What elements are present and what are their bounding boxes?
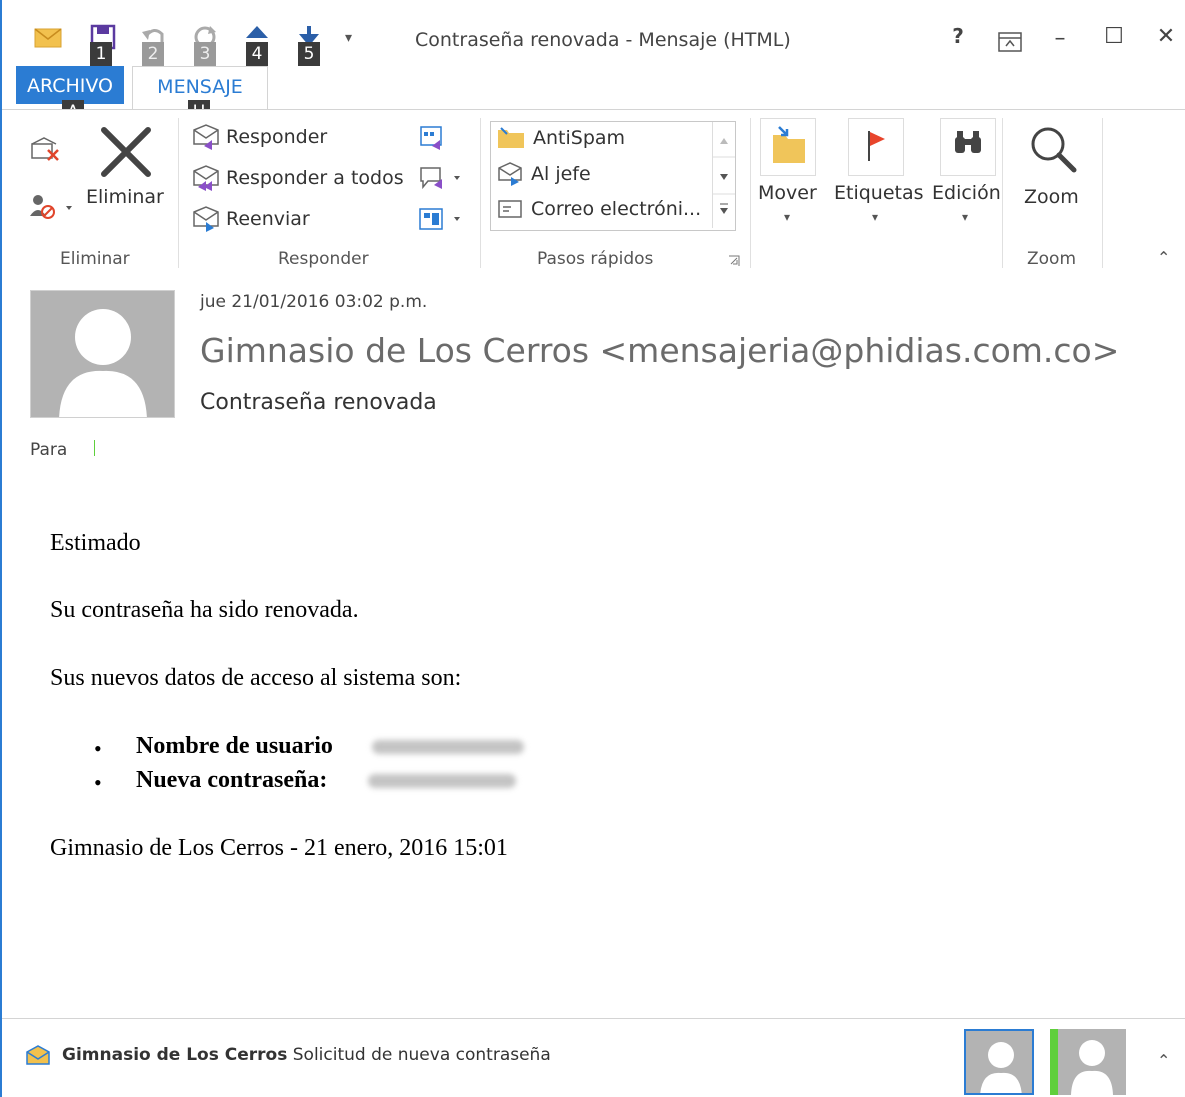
to-label: Para [30,440,68,460]
email-icon [498,200,522,218]
dialog-launcher-icon[interactable] [728,255,740,267]
forward-label: Reenviar [226,208,310,230]
keytip-5: 5 [298,42,320,66]
more-respond-icon[interactable] [418,206,464,232]
message-date: jue 21/01/2016 03:02 p.m. [200,292,428,312]
im-reply-icon[interactable] [418,165,464,191]
people-pane-avatar[interactable] [1058,1029,1126,1095]
body-signature: Gimnasio de Los Cerros - 21 enero, 2016 … [50,835,508,861]
tab-archivo[interactable]: ARCHIVO [16,66,124,104]
quick-step-al-jefe[interactable]: Al jefe [497,162,591,186]
move-folder-icon [773,126,805,163]
minimize-button[interactable]: – [1044,26,1076,51]
scroll-arrows-icon [713,138,735,214]
people-pane: Gimnasio de Los Cerros Solicitud de nuev… [2,1018,1185,1097]
presence-status-bar [1050,1029,1058,1095]
ribbon: Eliminar Eliminar Responder Responder a … [2,109,1185,276]
quick-step-label: Al jefe [531,163,591,185]
envelope-icon [34,28,62,48]
people-pane-summary[interactable]: Gimnasio de Los Cerros Solicitud de nuev… [62,1045,551,1065]
customize-qat-button[interactable]: ▾ [345,30,352,46]
meeting-reply-icon[interactable] [418,124,446,150]
quick-step-label: AntiSpam [533,127,626,149]
ignore-icon[interactable] [28,134,62,164]
reply-all-icon [193,165,219,191]
quick-steps-gallery: AntiSpam Al jefe Correo electróni... [490,121,736,231]
editing-button[interactable] [940,118,996,176]
zoom-button[interactable]: Zoom [1024,186,1079,208]
sender-avatar [30,290,175,418]
quick-step-label: Correo electróni... [531,198,702,220]
people-pane-subject: Solicitud de nueva contraseña [292,1045,551,1065]
help-button[interactable]: ? [942,24,974,48]
expand-people-pane-icon[interactable]: ⌃ [1157,1051,1170,1070]
editing-label: Edición [932,182,1001,204]
group-separator [178,118,179,268]
junk-icon[interactable] [28,192,76,222]
quick-step-antispam[interactable]: AntiSpam [497,126,625,150]
group-label-responder: Responder [278,249,369,269]
people-pane-avatar-selected[interactable] [964,1029,1034,1095]
message-sender[interactable]: Gimnasio de Los Cerros <mensajeria@phidi… [200,331,1119,370]
group-separator [750,118,751,268]
group-label-pasos-rapidos: Pasos rápidos [537,249,654,269]
collapse-ribbon-icon[interactable]: ⌃ [1157,248,1170,267]
editing-dropdown-icon[interactable]: ▾ [962,210,968,224]
outlook-message-window: 1 2 3 4 5 ▾ Contraseña renovada - Mensaj… [0,0,1185,1097]
username-label: Nombre de usuario [136,733,333,759]
reply-label: Responder [226,126,328,148]
close-button[interactable]: ✕ [1150,24,1182,49]
bullet-dot: • [94,736,102,761]
person-placeholder-icon [980,1042,1022,1093]
reply-all-label: Responder a todos [226,167,404,189]
tags-dropdown-icon[interactable]: ▾ [872,210,878,224]
forward-icon [193,206,219,232]
folder-icon [498,127,524,148]
reply-all-button[interactable]: Responder a todos [192,165,404,191]
person-placeholder-icon [59,309,147,417]
body-greeting: Estimado [50,530,141,556]
ribbon-tabs: ARCHIVO A MENSAJE H [2,64,1185,124]
bullet-dot: • [94,770,102,795]
zoom-magnifier-icon[interactable] [1026,122,1082,178]
delete-x-icon[interactable] [98,126,154,178]
window-title: Contraseña renovada - Mensaje (HTML) [415,29,791,51]
ribbon-display-options-icon[interactable] [998,32,1022,52]
group-separator [1102,118,1103,268]
message-subject: Contraseña renovada [200,390,437,415]
move-label: Mover [758,182,817,204]
redacted-username [372,740,524,754]
group-separator [1002,118,1003,268]
move-dropdown-icon[interactable]: ▾ [784,210,790,224]
people-pane-sender: Gimnasio de Los Cerros [62,1045,288,1065]
keytip-1: 1 [90,42,112,66]
redacted-password [368,774,516,788]
keytip-4: 4 [246,42,268,66]
group-label-zoom: Zoom [1027,249,1077,269]
quick-steps-scrollbar[interactable] [712,122,735,228]
quick-step-correo[interactable]: Correo electróni... [497,198,701,220]
reply-icon [193,124,219,150]
keytip-3: 3 [194,42,216,66]
group-separator [480,118,481,268]
password-label: Nueva contraseña: [136,767,328,793]
body-line-1: Su contraseña ha sido renovada. [50,597,359,623]
recipient-presence-indicator [94,440,95,456]
title-bar: 1 2 3 4 5 ▾ Contraseña renovada - Mensaj… [2,0,1185,66]
message-envelope-icon [26,1045,50,1065]
maximize-button[interactable]: ☐ [1098,24,1130,49]
person-placeholder-icon [1071,1040,1113,1095]
tags-button[interactable] [848,118,904,176]
flag-icon [868,131,885,161]
move-button[interactable] [760,118,816,176]
tags-label: Etiquetas [834,182,924,204]
forward-button[interactable]: Reenviar [192,206,310,232]
forward-mail-icon [498,162,522,186]
body-line-2: Sus nuevos datos de acceso al sistema so… [50,665,462,691]
keytip-2: 2 [142,42,164,66]
group-label-eliminar: Eliminar [60,249,130,269]
reply-button[interactable]: Responder [192,124,327,150]
binoculars-icon [955,131,981,153]
delete-button[interactable]: Eliminar [86,186,164,208]
